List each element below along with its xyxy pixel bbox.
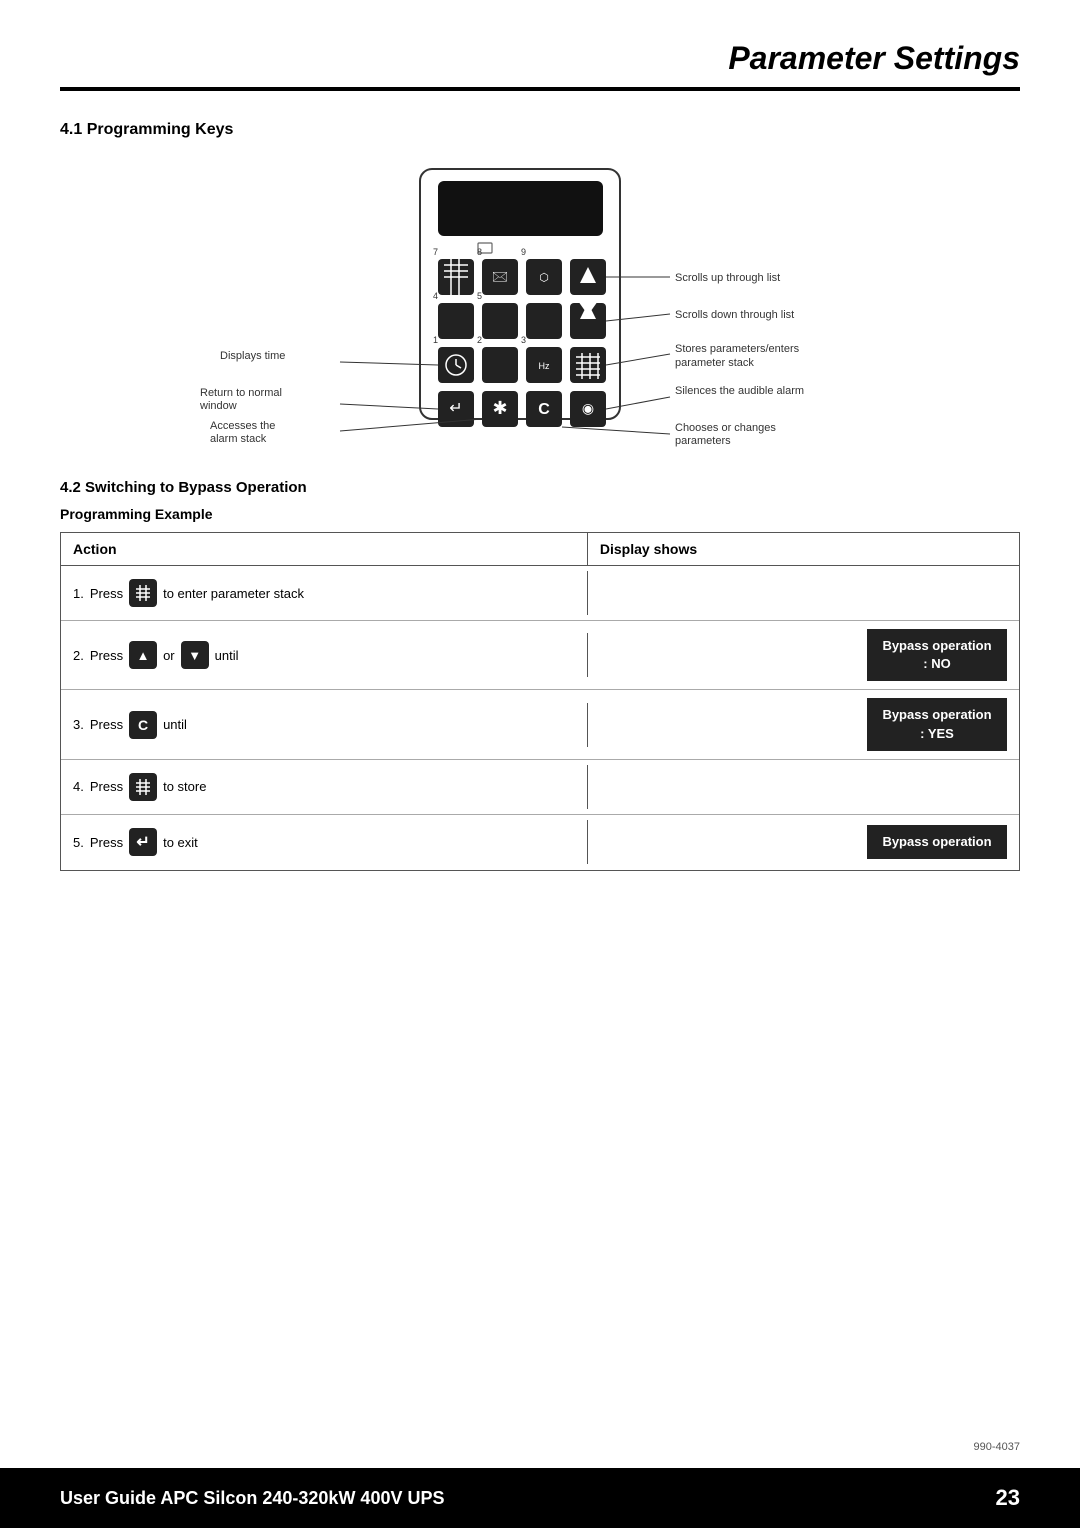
svg-text:↵: ↵ <box>449 400 462 417</box>
svg-text:3: 3 <box>521 335 526 345</box>
table-header-action: Action <box>61 533 588 565</box>
action-desc-4: to store <box>163 779 206 794</box>
step-number-1: 1. <box>73 586 84 601</box>
c-key-icon: C <box>129 711 157 739</box>
press-label-2: Press <box>90 648 123 663</box>
svg-text:Return to normal: Return to normal <box>200 387 282 399</box>
svg-text:Scrolls down through list: Scrolls down through list <box>675 309 794 321</box>
svg-text:parameter stack: parameter stack <box>675 357 754 369</box>
svg-text:1: 1 <box>433 335 438 345</box>
action-cell-3: 3. Press C until <box>61 703 588 747</box>
svg-text:8: 8 <box>477 247 482 257</box>
svg-text:⬡: ⬡ <box>539 272 549 284</box>
up-arrow-key-icon: ▲ <box>129 641 157 669</box>
grid-key-icon-2 <box>129 773 157 801</box>
display-cell-5: Bypass operation <box>588 817 1019 867</box>
svg-text:◉: ◉ <box>582 400 594 416</box>
bypass-no-badge: Bypass operation : NO <box>867 629 1007 681</box>
svg-text:🖂: 🖂 <box>492 268 508 284</box>
svg-text:C: C <box>538 401 550 418</box>
table-row: 1. Press to enter parameter stack <box>61 566 1019 621</box>
action-desc-3: until <box>163 717 187 732</box>
section-4-1-heading: 4.1 Programming Keys <box>60 121 1020 139</box>
footer-page-number: 23 <box>996 1485 1020 1511</box>
table-row: 3. Press C until Bypass operation : YES <box>61 690 1019 759</box>
programming-example-heading: Programming Example <box>60 506 1020 522</box>
table-row: 4. Press to store <box>61 760 1019 815</box>
press-label-1: Press <box>90 586 123 601</box>
action-desc-1: to enter parameter stack <box>163 586 304 601</box>
action-cell-1: 1. Press to enter parameter stack <box>61 571 588 615</box>
action-desc-2: until <box>215 648 239 663</box>
doc-number: 990-4037 <box>974 1441 1021 1453</box>
svg-text:Stores parameters/enters: Stores parameters/enters <box>675 343 800 355</box>
svg-text:window: window <box>199 400 237 412</box>
page-container: Parameter Settings 4.1 Programming Keys … <box>0 0 1080 1528</box>
table-body: 1. Press to enter parameter stack <box>61 566 1019 870</box>
svg-text:Scrolls up through list: Scrolls up through list <box>675 272 780 284</box>
page-title: Parameter Settings <box>728 40 1020 76</box>
table-row: 2. Press ▲ or ▼ until Bypass operation :… <box>61 621 1019 690</box>
svg-text:✱: ✱ <box>492 398 507 418</box>
svg-text:Hz: Hz <box>539 361 550 371</box>
svg-text:7: 7 <box>433 247 438 257</box>
footer: User Guide APC Silcon 240-320kW 400V UPS… <box>0 1468 1080 1528</box>
bypass-yes-badge: Bypass operation : YES <box>867 698 1007 750</box>
programming-table: Action Display shows 1. Press <box>60 532 1020 871</box>
section-4-2-heading: 4.2 Switching to Bypass Operation <box>60 479 1020 496</box>
svg-text:alarm stack: alarm stack <box>210 433 267 445</box>
page-title-section: Parameter Settings <box>60 0 1020 91</box>
down-arrow-key-icon: ▼ <box>181 641 209 669</box>
svg-text:Displays time: Displays time <box>220 350 285 362</box>
action-cell-5: 5. Press ↵ to exit <box>61 820 588 864</box>
svg-text:Accesses the: Accesses the <box>210 420 275 432</box>
table-header-display: Display shows <box>588 533 1019 565</box>
svg-text:5: 5 <box>477 291 482 301</box>
display-cell-2: Bypass operation : NO <box>588 621 1019 689</box>
or-text: or <box>163 648 175 663</box>
step-number-3: 3. <box>73 717 84 732</box>
svg-text:9: 9 <box>521 247 526 257</box>
press-label-3: Press <box>90 717 123 732</box>
action-desc-5: to exit <box>163 835 198 850</box>
action-cell-2: 2. Press ▲ or ▼ until <box>61 633 588 677</box>
display-cell-4 <box>588 779 1019 795</box>
enter-key-icon: ↵ <box>129 828 157 856</box>
display-cell-1 <box>588 585 1019 601</box>
table-row: 5. Press ↵ to exit Bypass operation <box>61 815 1019 870</box>
svg-text:Silences the audible alarm: Silences the audible alarm <box>675 385 804 397</box>
svg-text:4: 4 <box>433 291 438 301</box>
table-header-row: Action Display shows <box>61 533 1019 566</box>
footer-title: User Guide APC Silcon 240-320kW 400V UPS <box>60 1488 445 1509</box>
step-number-2: 2. <box>73 648 84 663</box>
keypad-svg: 7 🖂 8 ⬡ 9 4 5 <box>190 159 890 469</box>
press-label-5: Press <box>90 835 123 850</box>
press-label-4: Press <box>90 779 123 794</box>
svg-text:Chooses or changes: Chooses or changes <box>675 422 776 434</box>
bypass-plain-badge: Bypass operation <box>867 825 1007 859</box>
keypad-diagram: 7 🖂 8 ⬡ 9 4 5 <box>60 159 1020 469</box>
svg-text:2: 2 <box>477 335 482 345</box>
action-cell-4: 4. Press to store <box>61 765 588 809</box>
grid-key-icon-1 <box>129 579 157 607</box>
svg-text:parameters: parameters <box>675 435 731 447</box>
step-number-4: 4. <box>73 779 84 794</box>
bypass-plain-text: Bypass operation <box>882 834 991 849</box>
step-number-5: 5. <box>73 835 84 850</box>
display-cell-3: Bypass operation : YES <box>588 690 1019 758</box>
